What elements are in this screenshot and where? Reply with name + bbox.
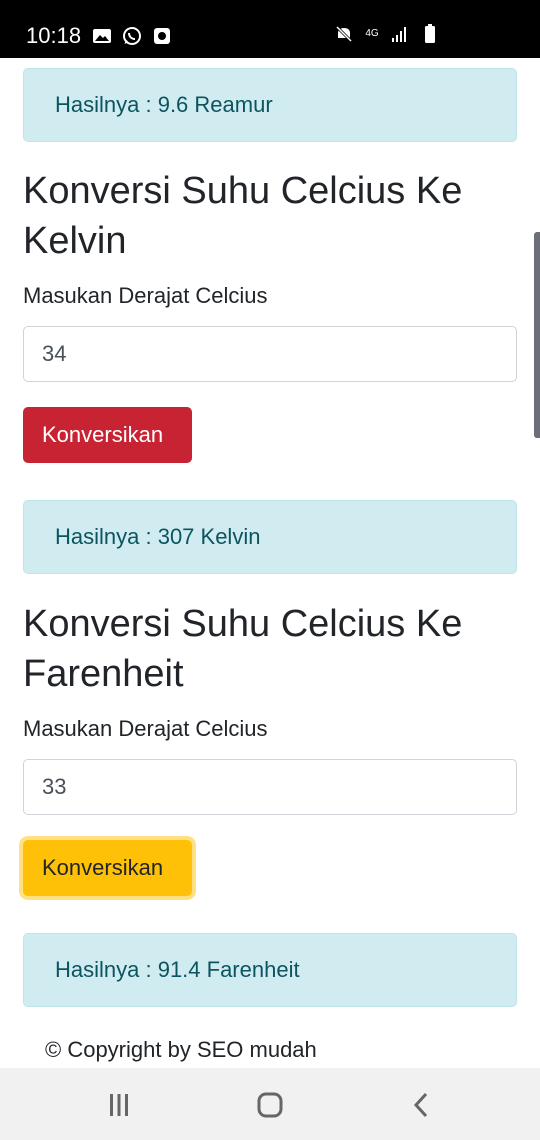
app-notification-icon <box>154 28 170 44</box>
scrollbar-thumb[interactable] <box>534 232 540 438</box>
farenheit-result-alert: Hasilnya : 91.4 Farenheit <box>23 933 517 1007</box>
kelvin-convert-button[interactable]: Konversikan <box>23 407 192 463</box>
signal-icon <box>392 27 406 42</box>
image-icon <box>93 29 111 43</box>
page-content: Hasilnya : 9.6 Reamur Konversi Suhu Celc… <box>0 58 540 1068</box>
status-bar: 10:18 4G <box>0 0 540 58</box>
farenheit-convert-button[interactable]: Konversikan <box>23 840 192 896</box>
navigation-bar <box>0 1068 540 1140</box>
kelvin-input-label: Masukan Derajat Celcius <box>23 283 268 308</box>
copyright-text: © Copyright by SEO mudah <box>45 1037 317 1062</box>
mute-icon <box>335 25 353 43</box>
battery-icon <box>425 24 435 43</box>
whatsapp-icon <box>123 27 141 45</box>
kelvin-section-title: Konversi Suhu Celcius Ke Kelvin <box>23 170 463 262</box>
farenheit-input-label: Masukan Derajat Celcius <box>23 716 268 741</box>
4g-data-icon: 4G <box>365 28 379 39</box>
farenheit-celcius-input[interactable]: 33 <box>23 759 517 815</box>
farenheit-section-title: Konversi Suhu Celcius Ke Farenheit <box>23 603 463 695</box>
recent-apps-icon[interactable] <box>104 1090 134 1120</box>
back-icon[interactable] <box>407 1090 437 1120</box>
reamur-result-alert: Hasilnya : 9.6 Reamur <box>23 68 517 142</box>
kelvin-result-alert: Hasilnya : 307 Kelvin <box>23 500 517 574</box>
status-time: 10:18 <box>26 23 82 48</box>
kelvin-celcius-input[interactable]: 34 <box>23 326 517 382</box>
home-icon[interactable] <box>255 1090 285 1120</box>
